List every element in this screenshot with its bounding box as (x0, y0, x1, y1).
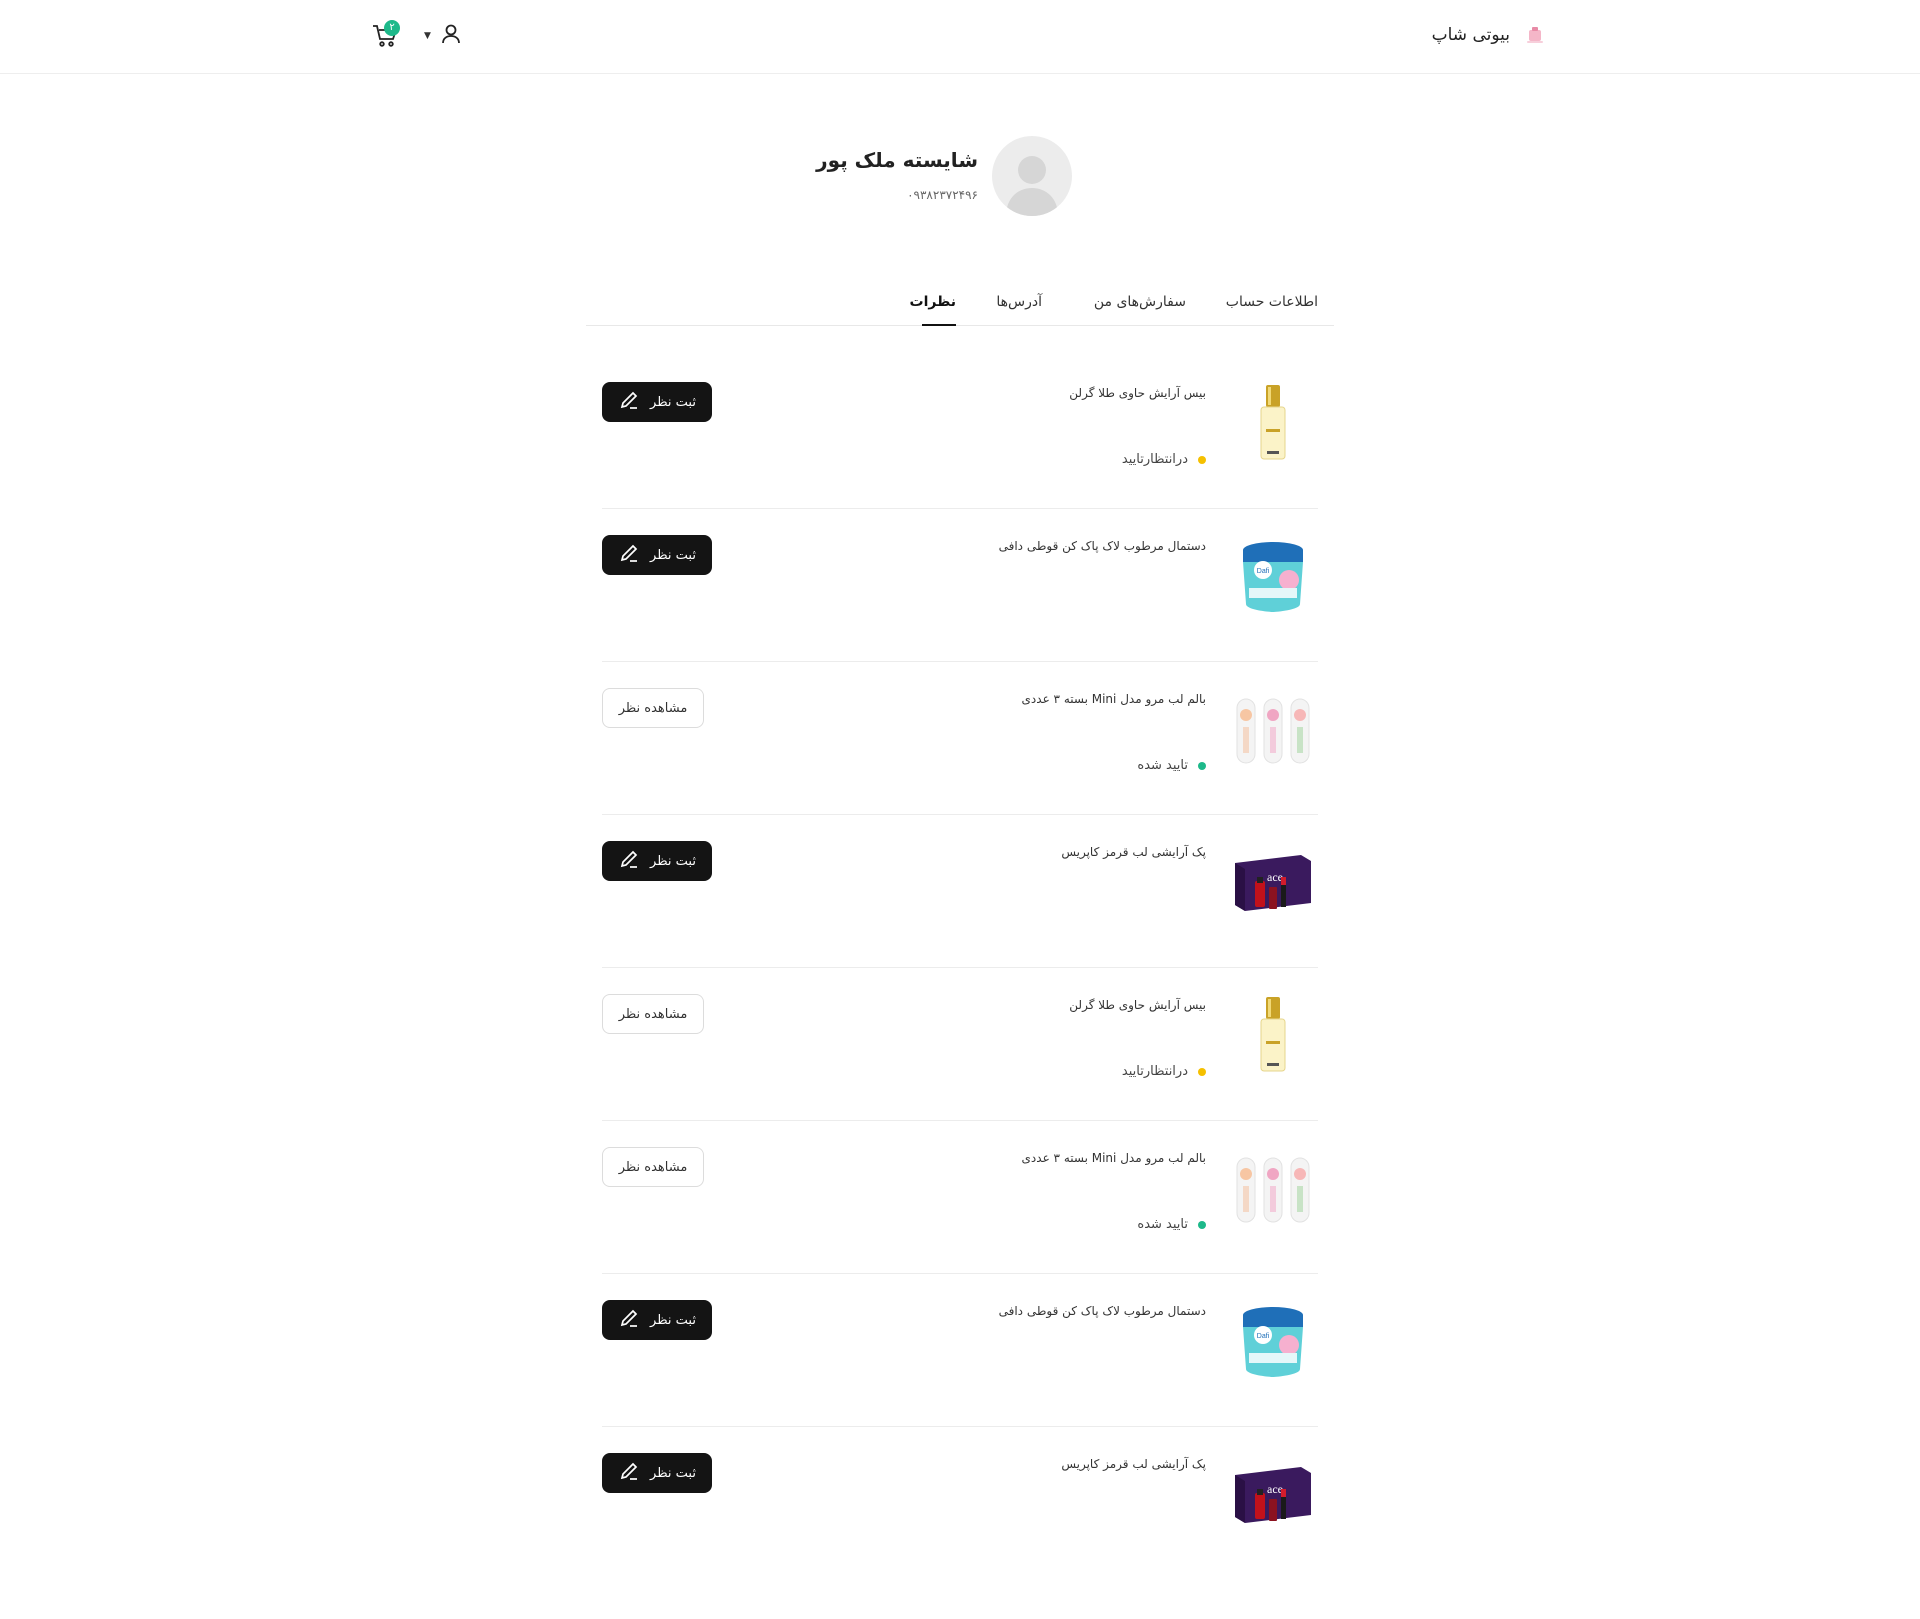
tab-my-orders[interactable]: سفارش‌های من (1094, 294, 1186, 310)
product-thumbnail[interactable]: Dafi (1228, 533, 1318, 623)
product-name[interactable]: بیس آرایش حاوی طلا گرلن (1069, 386, 1206, 400)
account-tabs: اطلاعات حساب سفارش‌های من آدرس‌ها نظرات (586, 286, 1334, 326)
view-review-label: مشاهده نظر (618, 700, 688, 716)
pencil-icon (618, 1307, 640, 1333)
svg-text:Dafi: Dafi (1257, 1333, 1270, 1340)
brand[interactable]: بیوتی شاپ (1432, 22, 1548, 48)
pencil-icon (618, 848, 640, 874)
profile-phone: ۰۹۳۸۲۳۷۲۴۹۶ (907, 188, 978, 202)
tab-account-info[interactable]: اطلاعات حساب (1226, 294, 1318, 310)
view-review-button[interactable]: مشاهده نظر (602, 1147, 704, 1187)
status-dot-icon (1198, 455, 1206, 464)
submit-review-label: ثبت نظر (650, 1312, 696, 1328)
user-icon (439, 22, 463, 50)
product-thumbnail[interactable] (1228, 686, 1318, 776)
avatar (992, 136, 1072, 216)
review-row: بالم لب مرو مدل Mini بسته ۳ عددی تایید شد… (602, 1121, 1318, 1274)
submit-review-label: ثبت نظر (650, 547, 696, 563)
review-row: Dafi دستمال مرطوب لاک پاک کن قوطی دافی ثبت… (602, 1274, 1318, 1427)
profile-summary: شایسته ملک پور ۰۹۳۸۲۳۷۲۴۹۶ (0, 136, 1920, 220)
review-status: تایید شده (1137, 758, 1206, 773)
product-thumbnail[interactable]: ace (1228, 1451, 1318, 1541)
brand-name: بیوتی شاپ (1431, 25, 1510, 45)
product-thumbnail[interactable]: ace (1228, 839, 1318, 929)
cart-button[interactable]: ۲ (366, 20, 400, 54)
cart-count-badge: ۲ (384, 20, 400, 36)
status-label: تایید شده (1137, 1217, 1188, 1232)
tab-reviews[interactable]: نظرات (910, 294, 956, 310)
tab-addresses[interactable]: آدرس‌ها (996, 294, 1042, 310)
product-thumbnail[interactable]: Dafi (1228, 1298, 1318, 1388)
review-status: درانتظارتایید (1122, 1064, 1206, 1079)
submit-review-button[interactable]: ثبت نظر (602, 382, 712, 422)
product-name[interactable]: بیس آرایش حاوی طلا گرلن (1069, 998, 1206, 1012)
product-thumbnail[interactable] (1228, 992, 1318, 1082)
profile-name: شایسته ملک پور (816, 148, 978, 172)
pencil-icon (618, 389, 640, 415)
review-status: تایید شده (1137, 1217, 1206, 1232)
pencil-icon (618, 1460, 640, 1486)
status-dot-icon (1198, 1067, 1206, 1076)
review-row: بیس آرایش حاوی طلا گرلن درانتظارتایید مشاه… (602, 968, 1318, 1121)
reviews-list: بیس آرایش حاوی طلا گرلن درانتظارتایید ثبت … (602, 356, 1318, 1580)
review-row: بیس آرایش حاوی طلا گرلن درانتظارتایید ثبت … (602, 356, 1318, 509)
submit-review-button[interactable]: ثبت نظر (602, 841, 712, 881)
blue-wipes-jar-icon: Dafi (1233, 536, 1313, 620)
lip-balm-trio-icon (1231, 687, 1315, 775)
submit-review-label: ثبت نظر (650, 394, 696, 410)
lip-balm-trio-icon (1231, 1146, 1315, 1234)
gold-serum-bottle-icon (1238, 993, 1308, 1081)
view-review-label: مشاهده نظر (618, 1159, 688, 1175)
review-row: بالم لب مرو مدل Mini بسته ۳ عددی تایید شد… (602, 662, 1318, 815)
chevron-down-icon: ▼ (424, 31, 431, 41)
purple-makeup-box-icon: ace (1231, 847, 1315, 921)
view-review-button[interactable]: مشاهده نظر (602, 994, 704, 1034)
product-name[interactable]: دستمال مرطوب لاک پاک کن قوطی دافی (999, 539, 1206, 553)
brand-logo-icon (1522, 22, 1548, 48)
top-header: بیوتی شاپ ▼ ۲ (0, 0, 1920, 74)
view-review-button[interactable]: مشاهده نظر (602, 688, 704, 728)
product-name[interactable]: دستمال مرطوب لاک پاک کن قوطی دافی (999, 1304, 1206, 1318)
svg-text:ace: ace (1267, 1482, 1283, 1496)
review-status: درانتظارتایید (1122, 452, 1206, 467)
submit-review-button[interactable]: ثبت نظر (602, 535, 712, 575)
product-name[interactable]: بالم لب مرو مدل Mini بسته ۳ عددی (1022, 692, 1206, 706)
user-menu[interactable]: ▼ (424, 22, 463, 50)
status-dot-icon (1198, 1220, 1206, 1229)
svg-text:ace: ace (1267, 870, 1283, 884)
product-name[interactable]: بالم لب مرو مدل Mini بسته ۳ عددی (1022, 1151, 1206, 1165)
review-row: ace پک آرایشی لب قرمز کاپریس ثبت نظر (602, 815, 1318, 968)
product-name[interactable]: پک آرایشی لب قرمز کاپریس (1061, 1457, 1206, 1471)
status-dot-icon (1198, 761, 1206, 770)
view-review-label: مشاهده نظر (618, 1006, 688, 1022)
submit-review-button[interactable]: ثبت نظر (602, 1300, 712, 1340)
product-thumbnail[interactable] (1228, 380, 1318, 470)
purple-makeup-box-icon: ace (1231, 1459, 1315, 1533)
submit-review-button[interactable]: ثبت نظر (602, 1453, 712, 1493)
svg-text:Dafi: Dafi (1257, 568, 1270, 575)
review-row: Dafi دستمال مرطوب لاک پاک کن قوطی دافی ثبت… (602, 509, 1318, 662)
product-thumbnail[interactable] (1228, 1145, 1318, 1235)
submit-review-label: ثبت نظر (650, 853, 696, 869)
submit-review-label: ثبت نظر (650, 1465, 696, 1481)
pencil-icon (618, 542, 640, 568)
blue-wipes-jar-icon: Dafi (1233, 1301, 1313, 1385)
status-label: تایید شده (1137, 758, 1188, 773)
avatar-placeholder-icon (1006, 156, 1058, 216)
active-tab-indicator (922, 324, 956, 326)
status-label: درانتظارتایید (1121, 1064, 1188, 1079)
status-label: درانتظارتایید (1121, 452, 1188, 467)
product-name[interactable]: پک آرایشی لب قرمز کاپریس (1061, 845, 1206, 859)
gold-serum-bottle-icon (1238, 381, 1308, 469)
review-row: ace پک آرایشی لب قرمز کاپریس ثبت نظر (602, 1427, 1318, 1580)
